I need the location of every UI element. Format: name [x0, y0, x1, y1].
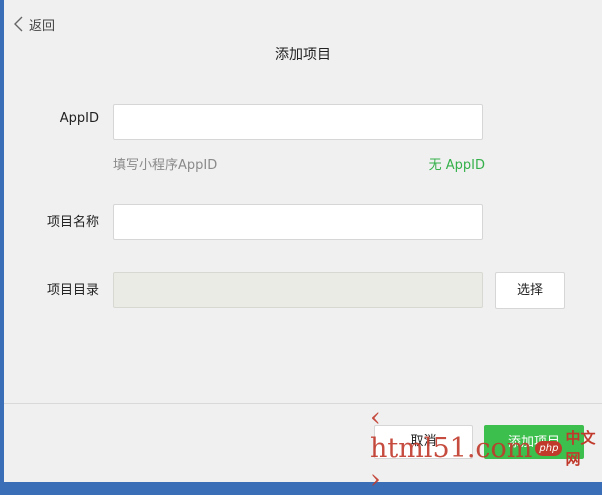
add-project-button[interactable]: 添加项目: [484, 425, 584, 459]
appid-hint: 填写小程序AppID: [113, 158, 218, 173]
appid-label: AppID: [59, 111, 99, 126]
footer-divider: [4, 403, 602, 404]
select-dir-button[interactable]: 选择: [495, 272, 565, 309]
project-name-input[interactable]: [113, 204, 483, 240]
project-dir-input: [113, 272, 483, 308]
appid-input[interactable]: [113, 104, 483, 140]
project-name-label: 项目名称: [46, 215, 99, 230]
add-project-dialog: 返回 添加项目 AppID 填写小程序AppID 无 AppID 项目名称 项目…: [4, 0, 602, 495]
project-dir-label: 项目目录: [46, 283, 99, 298]
back-button[interactable]: 返回: [14, 13, 55, 35]
chevron-left-icon: [14, 16, 23, 32]
page-title: 添加项目: [275, 47, 331, 63]
back-label: 返回: [29, 18, 56, 34]
no-appid-link[interactable]: 无 AppID: [429, 154, 485, 173]
cancel-button[interactable]: 取消: [374, 425, 473, 459]
